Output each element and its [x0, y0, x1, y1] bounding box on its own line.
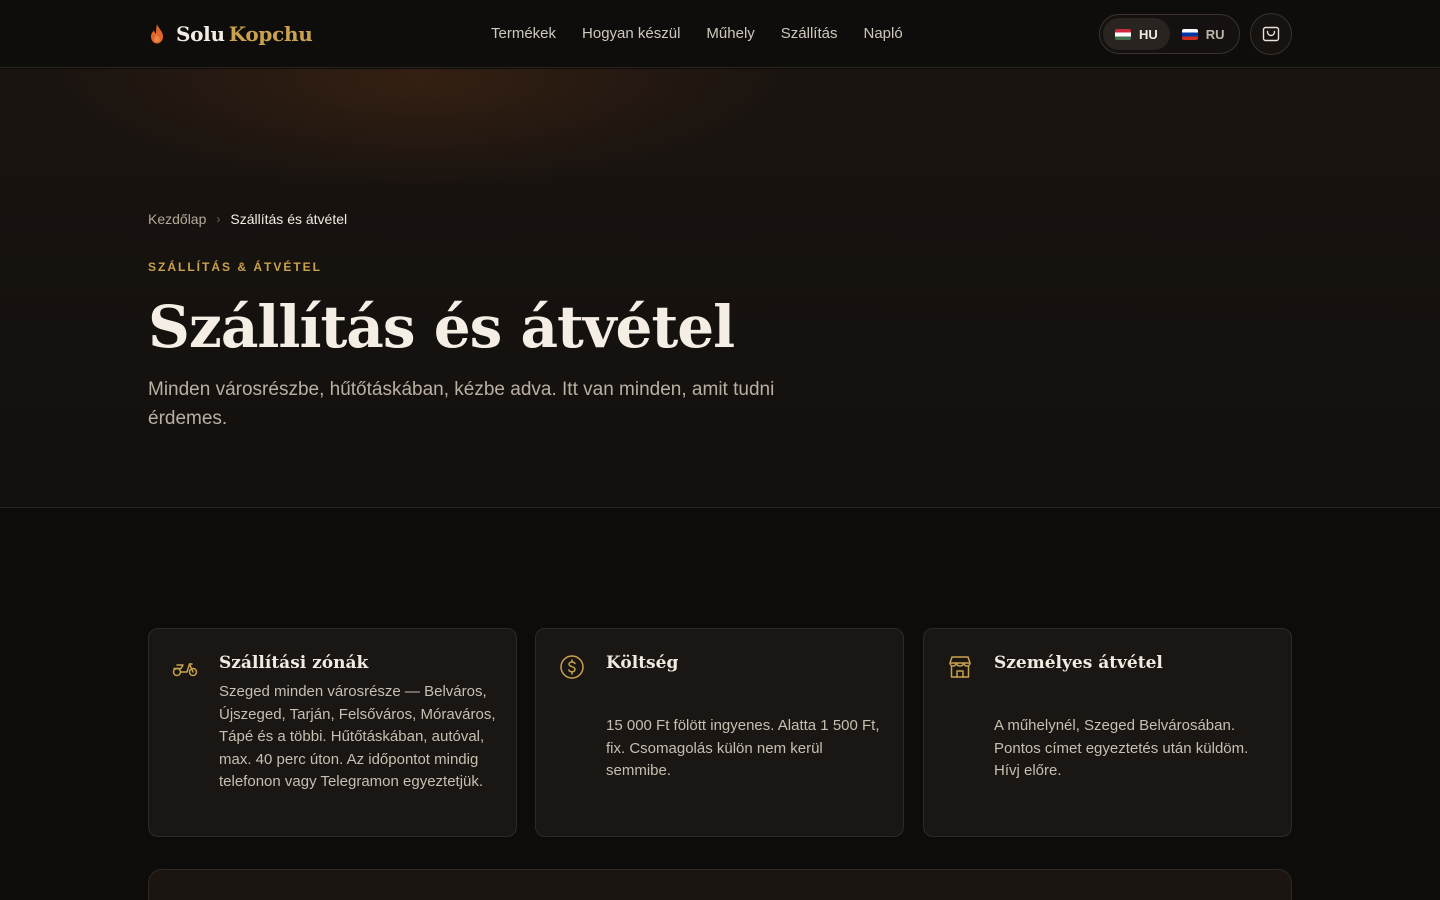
site-header: Solu Kopchu Termékek Hogyan készül Műhely… — [0, 0, 1440, 68]
cart-icon — [1262, 26, 1280, 42]
card-title: Szállítási zónák — [219, 653, 369, 673]
language-code-ru: RU — [1205, 26, 1225, 42]
main-nav: Termékek Hogyan készül Műhely Szállítás … — [491, 24, 903, 44]
nav-item-naplo[interactable]: Napló — [863, 24, 902, 44]
russia-flag-icon — [1181, 28, 1198, 40]
breadcrumb-home-link[interactable]: Kezdőlap — [148, 211, 206, 227]
cart-button[interactable] — [1250, 13, 1292, 55]
brand-logo[interactable]: Solu Kopchu — [148, 20, 313, 48]
chevron-right-icon: › — [216, 212, 221, 226]
brand-name-part2: Kopchu — [228, 22, 313, 46]
hero-eyebrow: SZÁLLÍTÁS & ÁTVÉTEL — [148, 260, 322, 274]
breadcrumb-current: Szállítás és átvétel — [230, 211, 348, 227]
brand-name-part1: Solu — [176, 22, 225, 46]
hero-subtitle: Minden városrészbe, hűtőtáskában, kézbe … — [148, 379, 775, 429]
bottom-panel — [148, 869, 1292, 900]
card-cost: Költség 15 000 Ft fölött ingyenes. Alatt… — [535, 628, 904, 837]
card-personal-pickup: Személyes átvétel A műhelynél, Szeged Be… — [923, 628, 1292, 837]
language-option-hu[interactable]: HU — [1103, 18, 1170, 50]
scooter-icon — [172, 663, 198, 677]
nav-item-hogyan-keszul[interactable]: Hogyan készül — [582, 24, 680, 44]
nav-item-szallitas[interactable]: Szállítás — [781, 24, 838, 44]
card-delivery-zones: Szállítási zónák Szeged minden városrész… — [148, 628, 517, 837]
language-code-hu: HU — [1139, 26, 1158, 42]
coin-icon — [560, 655, 584, 679]
hungary-flag-icon — [1115, 28, 1131, 40]
hero-section: Kezdőlap › Szállítás és átvétel SZÁLLÍTÁ… — [0, 69, 1440, 508]
store-icon — [949, 656, 971, 678]
flame-icon — [151, 24, 163, 44]
card-body: 15 000 Ft fölött ingyenes. Alatta 1 500 … — [606, 717, 880, 779]
card-body: A műhelynél, Szeged Belvárosában. Pontos… — [994, 717, 1249, 779]
nav-item-muhely[interactable]: Műhely — [706, 24, 754, 44]
page-title: Szállítás és átvétel — [148, 293, 735, 361]
language-switcher: HU RU — [1099, 14, 1240, 54]
card-body: Szeged minden városrésze — Belváros, Újs… — [219, 683, 496, 790]
language-option-ru[interactable]: RU — [1170, 18, 1237, 50]
card-title: Személyes átvétel — [994, 653, 1163, 673]
nav-item-termekek[interactable]: Termékek — [491, 24, 556, 44]
brand-name: Solu Kopchu — [176, 22, 313, 46]
breadcrumb: Kezdőlap › Szállítás és átvétel — [148, 211, 347, 227]
card-title: Költség — [606, 653, 679, 673]
